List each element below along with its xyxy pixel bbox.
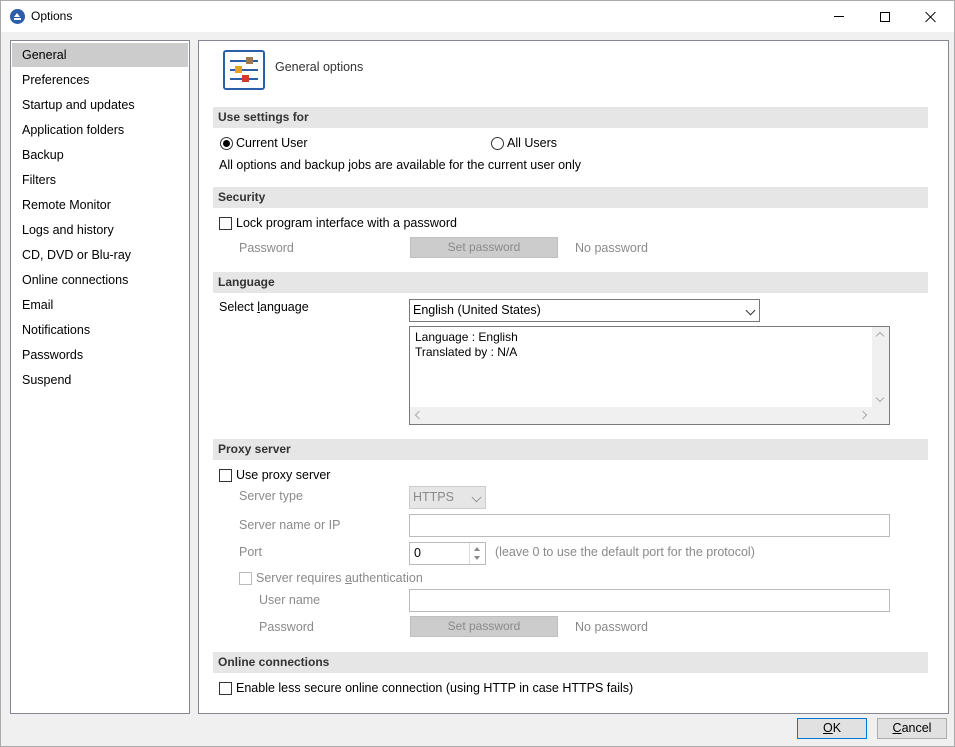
port-label: Port: [239, 545, 262, 559]
server-name-input[interactable]: [409, 514, 890, 537]
lock-interface-label[interactable]: Lock program interface with a password: [236, 216, 457, 230]
minimize-icon: [834, 16, 844, 17]
proxy-set-password-button[interactable]: Set password: [410, 616, 558, 637]
minimize-button[interactable]: [816, 1, 862, 32]
section-use-settings: Use settings for: [213, 107, 928, 128]
security-set-password-button[interactable]: Set password: [410, 237, 558, 258]
proxy-password-status: No password: [575, 620, 648, 634]
cancel-button[interactable]: Cancel: [877, 718, 947, 739]
proxy-password-label: Password: [259, 620, 314, 634]
section-security: Security: [213, 187, 928, 208]
language-select[interactable]: English (United States): [409, 299, 760, 322]
less-secure-checkbox[interactable]: [219, 682, 232, 695]
lock-interface-checkbox[interactable]: [219, 217, 232, 230]
sidebar-item-preferences[interactable]: Preferences: [12, 68, 188, 92]
server-type-label: Server type: [239, 489, 303, 503]
security-password-label: Password: [239, 241, 294, 255]
current-user-label[interactable]: Current User: [236, 136, 308, 150]
port-value: 0: [414, 546, 421, 560]
section-proxy-server: Proxy server: [213, 439, 928, 460]
horizontal-scrollbar[interactable]: [410, 407, 889, 424]
scroll-up-icon[interactable]: [875, 331, 885, 341]
app-logo-icon: [10, 9, 25, 24]
language-info-line: Language : English: [415, 330, 518, 344]
maximize-button[interactable]: [862, 1, 908, 32]
sidebar-item-notifications[interactable]: Notifications: [12, 318, 188, 342]
less-secure-label[interactable]: Enable less secure online connection (us…: [236, 681, 633, 695]
sidebar-item-logs-and-history[interactable]: Logs and history: [12, 218, 188, 242]
sidebar-item-passwords[interactable]: Passwords: [12, 343, 188, 367]
server-auth-checkbox[interactable]: [239, 572, 252, 585]
port-stepper[interactable]: 0: [409, 542, 486, 565]
page-title: General options: [275, 60, 364, 74]
language-select-value: English (United States): [413, 303, 541, 317]
chevron-down-icon: [745, 305, 756, 316]
port-spin-buttons[interactable]: [469, 543, 485, 564]
sidebar: General Preferences Startup and updates …: [10, 40, 190, 714]
sidebar-item-backup[interactable]: Backup: [12, 143, 188, 167]
section-language: Language: [213, 272, 928, 293]
language-info-box: Language : English Translated by : N/A: [409, 326, 890, 425]
maximize-icon: [880, 11, 890, 22]
spin-up-icon[interactable]: [474, 547, 480, 551]
scroll-left-icon[interactable]: [414, 410, 424, 420]
sidebar-item-cd-dvd-bluray[interactable]: CD, DVD or Blu-ray: [12, 243, 188, 267]
chevron-down-icon: [471, 492, 482, 503]
close-button[interactable]: [908, 1, 954, 32]
title-bar[interactable]: Options: [1, 1, 954, 32]
general-options-panel: General options Use settings for Current…: [198, 40, 949, 714]
server-name-label: Server name or IP: [239, 518, 341, 532]
all-users-radio[interactable]: [491, 137, 504, 150]
port-hint: (leave 0 to use the default port for the…: [495, 545, 755, 559]
sidebar-item-filters[interactable]: Filters: [12, 168, 188, 192]
sidebar-item-email[interactable]: Email: [12, 293, 188, 317]
options-window: Options General Preferences Startup and …: [0, 0, 955, 747]
security-password-status: No password: [575, 241, 648, 255]
select-language-label: Select language: [219, 300, 309, 314]
user-name-label: User name: [259, 593, 321, 607]
ok-button[interactable]: OK: [797, 718, 867, 739]
use-proxy-label[interactable]: Use proxy server: [236, 468, 330, 482]
sidebar-item-suspend[interactable]: Suspend: [12, 368, 188, 392]
close-icon: [925, 11, 937, 23]
use-proxy-checkbox[interactable]: [219, 469, 232, 482]
sidebar-item-general[interactable]: General: [12, 43, 188, 67]
server-type-select[interactable]: HTTPS: [409, 486, 486, 509]
sidebar-item-startup-and-updates[interactable]: Startup and updates: [12, 93, 188, 117]
sidebar-item-remote-monitor[interactable]: Remote Monitor: [12, 193, 188, 217]
spin-down-icon[interactable]: [474, 556, 480, 560]
sidebar-item-online-connections[interactable]: Online connections: [12, 268, 188, 292]
use-settings-info: All options and backup jobs are availabl…: [219, 158, 582, 172]
sidebar-item-application-folders[interactable]: Application folders: [12, 118, 188, 142]
all-users-label[interactable]: All Users: [507, 136, 557, 150]
section-online-connections: Online connections: [213, 652, 928, 673]
current-user-radio[interactable]: [220, 137, 233, 150]
scroll-down-icon[interactable]: [875, 393, 885, 403]
vertical-scrollbar[interactable]: [872, 327, 889, 407]
sliders-icon: [223, 50, 265, 90]
user-name-input[interactable]: [409, 589, 890, 612]
server-type-value: HTTPS: [413, 490, 454, 504]
scrollbar-corner: [872, 407, 889, 424]
scroll-right-icon[interactable]: [858, 410, 868, 420]
translator-info-line: Translated by : N/A: [415, 345, 518, 359]
window-title: Options: [31, 9, 73, 23]
server-auth-label[interactable]: Server requires authentication: [256, 571, 423, 585]
